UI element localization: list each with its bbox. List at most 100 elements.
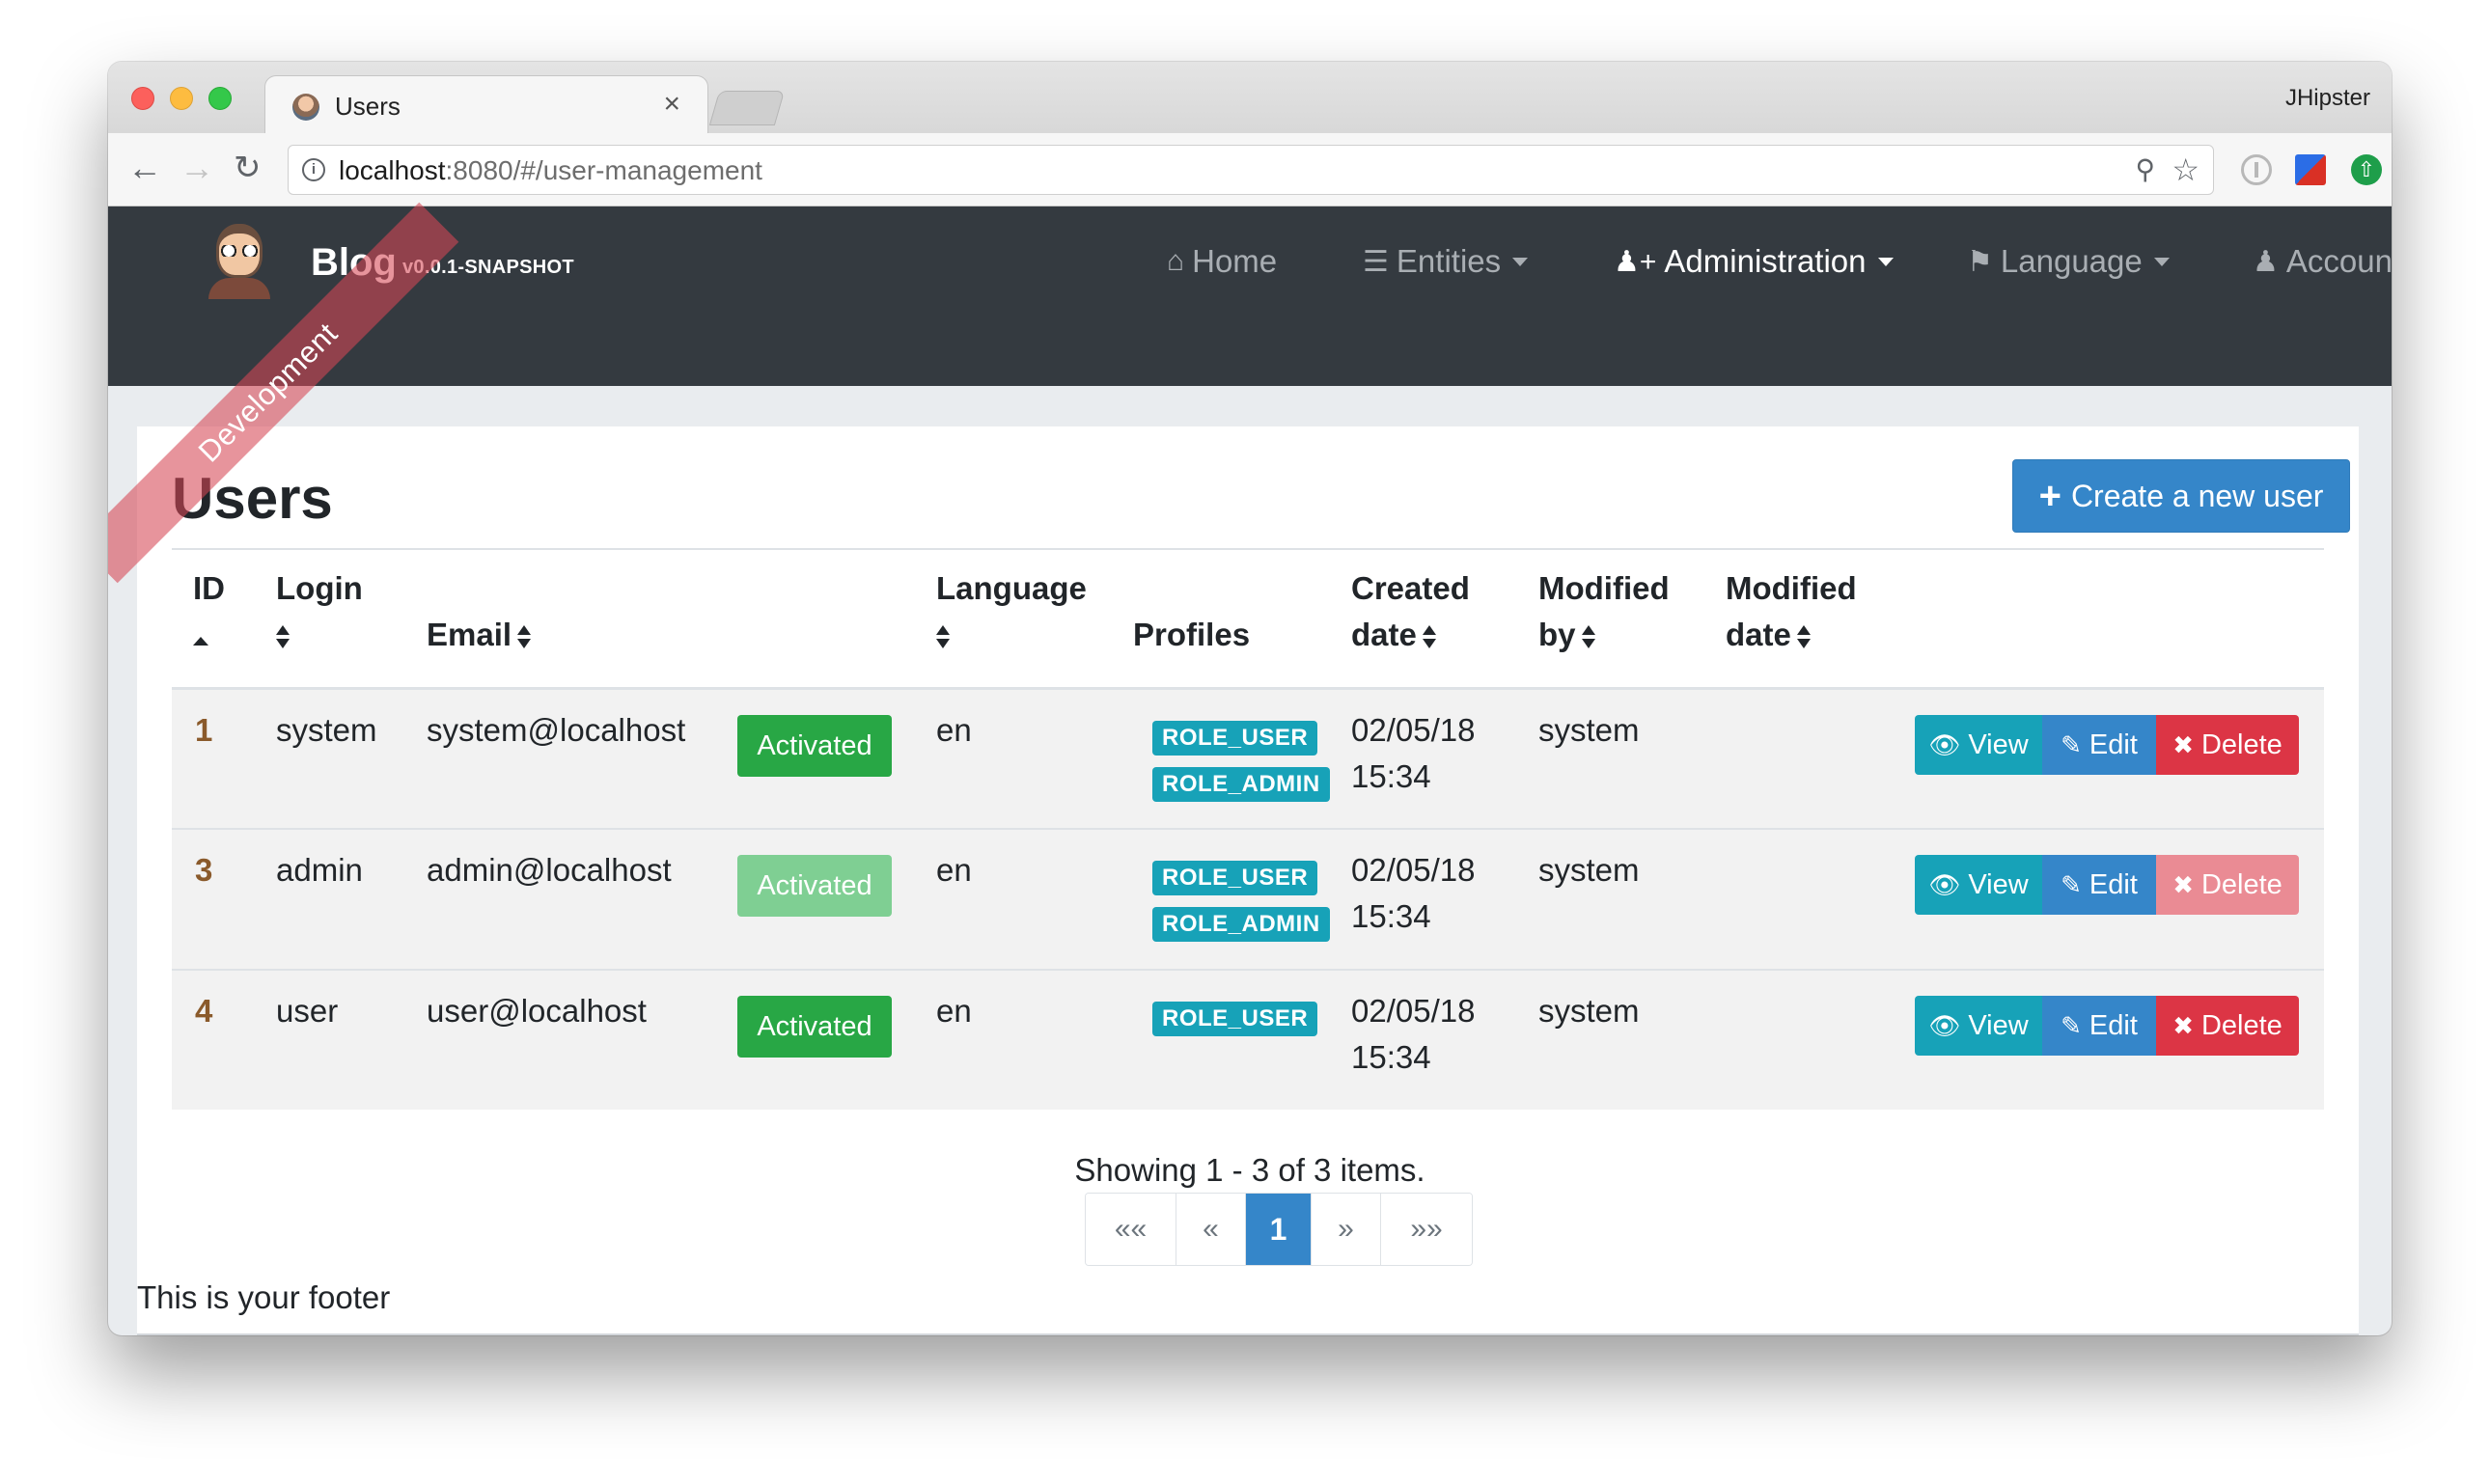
modified-by: system xyxy=(1538,712,1640,748)
status-badge[interactable]: Activated xyxy=(737,715,892,777)
tab-close-icon[interactable]: × xyxy=(663,88,680,121)
sort-icon xyxy=(276,624,290,649)
sort-icon xyxy=(1796,624,1811,649)
browser-toolbar: ← → ↻ i localhost:8080/#/user-management… xyxy=(108,133,2392,206)
url-text[interactable]: localhost:8080/#/user-management xyxy=(339,155,762,186)
created-date-time: 15:34 xyxy=(1351,1039,1431,1075)
view-button[interactable]: 👁 View xyxy=(1915,715,2042,775)
nav-language-label: Language xyxy=(2000,243,2143,279)
delete-button[interactable]: ✖ Delete xyxy=(2156,996,2299,1056)
nav-account[interactable]: ♟ Account xyxy=(2253,243,2392,280)
info-icon[interactable]: i xyxy=(302,158,325,181)
row-actions: 👁 View ✎ Edit ✖ Delete xyxy=(1915,996,2299,1056)
pagination-first[interactable]: «« xyxy=(1086,1194,1176,1265)
role-badge: ROLE_USER xyxy=(1152,721,1318,756)
edit-label: Edit xyxy=(2089,1009,2138,1041)
status-badge: Activated xyxy=(737,855,892,917)
sort-icon xyxy=(1581,624,1595,649)
nav-home-label: Home xyxy=(1192,243,1278,279)
modified-by: system xyxy=(1538,993,1640,1029)
user-id-link[interactable]: 1 xyxy=(195,707,212,754)
forward-arrow-icon[interactable]: → xyxy=(180,149,214,187)
edit-button[interactable]: ✎ Edit xyxy=(2042,996,2156,1056)
extension-upload-icon[interactable]: ⇧ xyxy=(2351,154,2382,185)
times-icon: ✖ xyxy=(2172,1010,2194,1040)
view-label: View xyxy=(1968,728,2029,760)
header-email-label: Email xyxy=(427,617,512,652)
pagination-current[interactable]: 1 xyxy=(1246,1194,1312,1265)
jhipster-logo-icon[interactable] xyxy=(208,220,270,299)
row-actions: 👁 View ✎ Edit ✖ Delete xyxy=(1915,855,2299,915)
pagination-next[interactable]: » xyxy=(1312,1194,1381,1265)
list-icon: ☰ xyxy=(1363,245,1389,278)
created-date-time: 15:34 xyxy=(1351,898,1431,934)
reload-icon[interactable]: ↻ xyxy=(234,149,262,187)
modified-by: system xyxy=(1538,852,1640,888)
pagination: «« « 1 » »» xyxy=(1085,1193,1473,1266)
delete-label: Delete xyxy=(2200,1009,2282,1041)
user-id-link[interactable]: 4 xyxy=(195,988,212,1034)
edit-button[interactable]: ✎ Edit xyxy=(2042,855,2156,915)
created-date: 02/05/18 15:34 xyxy=(1351,988,1506,1081)
content-card: Users + Create a new user ID Login Email… xyxy=(137,426,2359,1333)
nav-account-label: Account xyxy=(2285,243,2392,279)
created-date-day: 02/05/18 xyxy=(1351,712,1476,748)
table-row: 1 system system@localhost Activated en R… xyxy=(172,687,2324,828)
eye-icon: 👁 xyxy=(1928,729,1961,759)
pagination-last[interactable]: »» xyxy=(1381,1194,1472,1265)
header-created-label-2: date xyxy=(1351,617,1417,652)
sort-icon xyxy=(936,624,950,649)
edit-button[interactable]: ✎ Edit xyxy=(2042,715,2156,775)
nav-home[interactable]: ⌂ Home xyxy=(1167,243,1277,280)
user-id-link[interactable]: 3 xyxy=(195,847,212,893)
view-button[interactable]: 👁 View xyxy=(1915,855,2042,915)
pagination-summary: Showing 1 - 3 of 3 items. xyxy=(1074,1152,1425,1188)
browser-profile-name[interactable]: JHipster xyxy=(2285,85,2370,112)
user-login: system xyxy=(276,712,377,748)
minimize-window-button[interactable] xyxy=(170,87,193,110)
header-language-label: Language xyxy=(936,570,1087,606)
user-icon: ♟ xyxy=(2253,245,2279,278)
nav-administration[interactable]: ♟+ Administration xyxy=(1614,243,1894,280)
browser-tab-users[interactable]: Users × xyxy=(264,75,708,135)
view-button[interactable]: 👁 View xyxy=(1915,996,2042,1056)
times-icon: ✖ xyxy=(2172,869,2194,899)
pagination-prev[interactable]: « xyxy=(1176,1194,1246,1265)
back-arrow-icon[interactable]: ← xyxy=(127,149,162,187)
header-modified-date[interactable]: Modified date xyxy=(1726,565,1857,658)
url-path: :8080/#/user-management xyxy=(445,155,762,185)
star-icon[interactable]: ☆ xyxy=(2172,151,2200,188)
header-login[interactable]: Login xyxy=(276,565,363,658)
create-user-label: Create a new user xyxy=(2070,478,2324,513)
times-icon: ✖ xyxy=(2172,729,2194,759)
user-login: admin xyxy=(276,852,363,888)
tab-title: Users xyxy=(335,92,401,121)
header-id[interactable]: ID xyxy=(193,565,225,658)
maximize-window-button[interactable] xyxy=(208,87,232,110)
status-badge[interactable]: Activated xyxy=(737,996,892,1058)
new-tab-button[interactable] xyxy=(708,91,786,125)
header-modified-by[interactable]: Modified by xyxy=(1538,565,1670,658)
key-icon[interactable]: ⚲ xyxy=(2135,153,2155,185)
extension-flag-icon[interactable] xyxy=(2295,154,2326,185)
header-language[interactable]: Language xyxy=(936,565,1087,658)
favicon-icon xyxy=(292,94,319,121)
nav-entities[interactable]: ☰ Entities xyxy=(1363,243,1529,280)
pencil-icon: ✎ xyxy=(2061,729,2082,759)
delete-button[interactable]: ✖ Delete xyxy=(2156,715,2299,775)
header-modby-label-2: by xyxy=(1538,617,1576,652)
user-plus-icon: ♟+ xyxy=(1614,245,1657,278)
home-icon: ⌂ xyxy=(1167,245,1185,277)
address-bar[interactable]: i localhost:8080/#/user-management ⚲ ☆ xyxy=(288,145,2214,195)
create-user-button[interactable]: + Create a new user xyxy=(2012,459,2350,533)
table-row: 4 user user@localhost Activated en ROLE_… xyxy=(172,969,2324,1110)
nav-language[interactable]: ⚑ Language xyxy=(1967,243,2170,280)
flag-icon: ⚑ xyxy=(1967,245,1993,278)
header-created-date[interactable]: Created date xyxy=(1351,565,1470,658)
extension-info-icon[interactable] xyxy=(2241,154,2272,185)
close-window-button[interactable] xyxy=(131,87,154,110)
plus-icon: + xyxy=(2038,475,2061,517)
role-badge: ROLE_USER xyxy=(1152,861,1318,895)
header-email[interactable]: Email xyxy=(427,612,532,658)
delete-label: Delete xyxy=(2200,868,2282,900)
